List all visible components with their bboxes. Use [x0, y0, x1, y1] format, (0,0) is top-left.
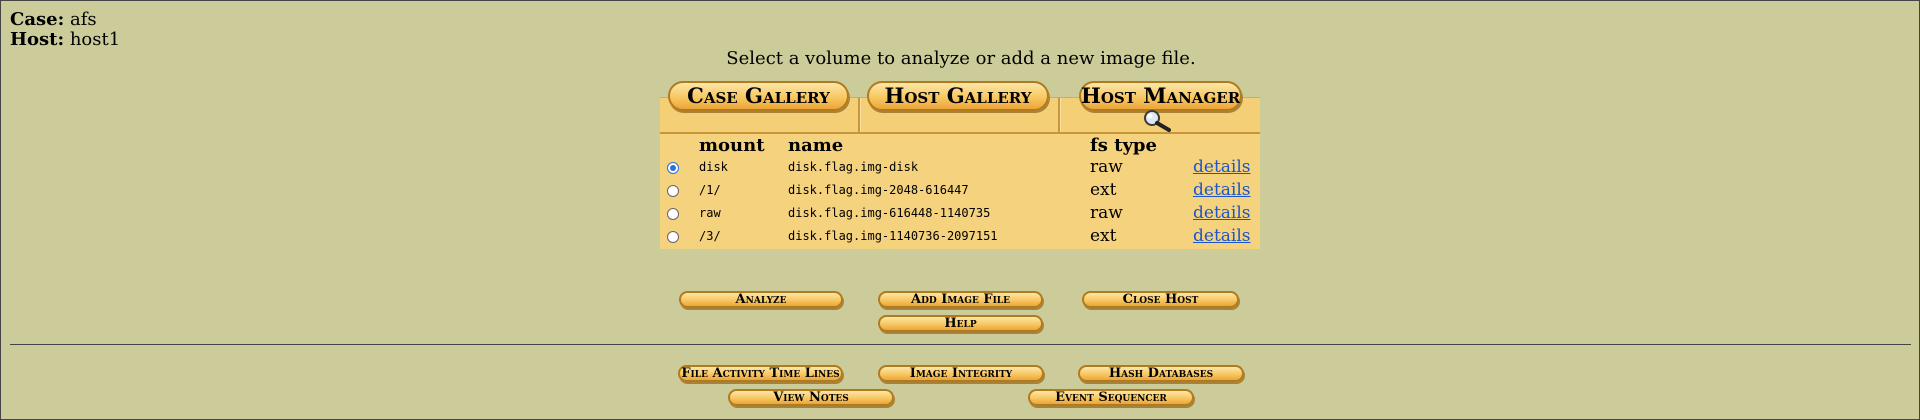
tab-case-gallery[interactable]: Case Gallery	[668, 81, 849, 111]
view-notes-button[interactable]: View Notes	[728, 389, 894, 406]
case-name: afs	[69, 9, 97, 30]
table-row: disk disk.flag.img-disk raw details	[660, 157, 1260, 180]
fs-type-cell: raw	[1090, 203, 1123, 223]
add-image-file-button[interactable]: Add Image File	[878, 291, 1043, 308]
volume-radio[interactable]	[667, 185, 679, 197]
details-link[interactable]: details	[1193, 157, 1251, 177]
volume-radio[interactable]	[667, 208, 679, 220]
host-label: Host:	[10, 29, 65, 50]
mount-cell: /1/	[699, 183, 721, 197]
case-label: Case:	[10, 9, 65, 30]
table-row: raw disk.flag.img-616448-1140735 raw det…	[660, 203, 1260, 226]
case-info: Case: afs Host: host1	[10, 10, 120, 50]
case-line: Case: afs	[10, 10, 120, 30]
name-cell: disk.flag.img-616448-1140735	[788, 206, 991, 220]
tab-divider	[1058, 98, 1060, 134]
file-activity-timelines-button[interactable]: File Activity Time Lines	[678, 365, 843, 382]
tab-host-manager[interactable]: Host Manager	[1079, 81, 1242, 111]
column-header-name: name	[788, 135, 844, 156]
close-host-button[interactable]: Close Host	[1082, 291, 1239, 308]
name-cell: disk.flag.img-2048-616447	[788, 183, 969, 197]
table-row: /3/ disk.flag.img-1140736-2097151 ext de…	[660, 226, 1260, 249]
table-row: /1/ disk.flag.img-2048-616447 ext detail…	[660, 180, 1260, 203]
mount-cell: disk	[699, 160, 728, 174]
analyze-button[interactable]: Analyze	[679, 291, 843, 308]
volume-radio[interactable]	[667, 162, 679, 174]
details-link[interactable]: details	[1193, 180, 1251, 200]
column-header-mount: mount	[699, 135, 765, 156]
host-name: host1	[69, 29, 121, 50]
host-line: Host: host1	[10, 30, 120, 50]
mount-cell: /3/	[699, 229, 721, 243]
volume-table: mount name fs type disk disk.flag.img-di…	[660, 134, 1260, 249]
fs-type-cell: raw	[1090, 157, 1123, 177]
magnifier-icon	[1144, 110, 1171, 132]
details-link[interactable]: details	[1193, 226, 1251, 246]
volume-radio[interactable]	[667, 231, 679, 243]
mount-cell: raw	[699, 206, 721, 220]
hash-databases-button[interactable]: Hash Databases	[1078, 365, 1244, 382]
details-link[interactable]: details	[1193, 203, 1251, 223]
column-header-fs-type: fs type	[1090, 135, 1157, 156]
help-button[interactable]: Help	[878, 315, 1043, 332]
instruction-text: Select a volume to analyze or add a new …	[726, 48, 1196, 69]
event-sequencer-button[interactable]: Event Sequencer	[1028, 389, 1194, 406]
name-cell: disk.flag.img-disk	[788, 160, 919, 174]
divider	[10, 344, 1911, 345]
fs-type-cell: ext	[1090, 226, 1117, 246]
fs-type-cell: ext	[1090, 180, 1117, 200]
name-cell: disk.flag.img-1140736-2097151	[788, 229, 998, 243]
tab-divider	[858, 98, 860, 134]
image-integrity-button[interactable]: Image Integrity	[878, 365, 1044, 382]
tab-host-gallery[interactable]: Host Gallery	[867, 81, 1049, 111]
